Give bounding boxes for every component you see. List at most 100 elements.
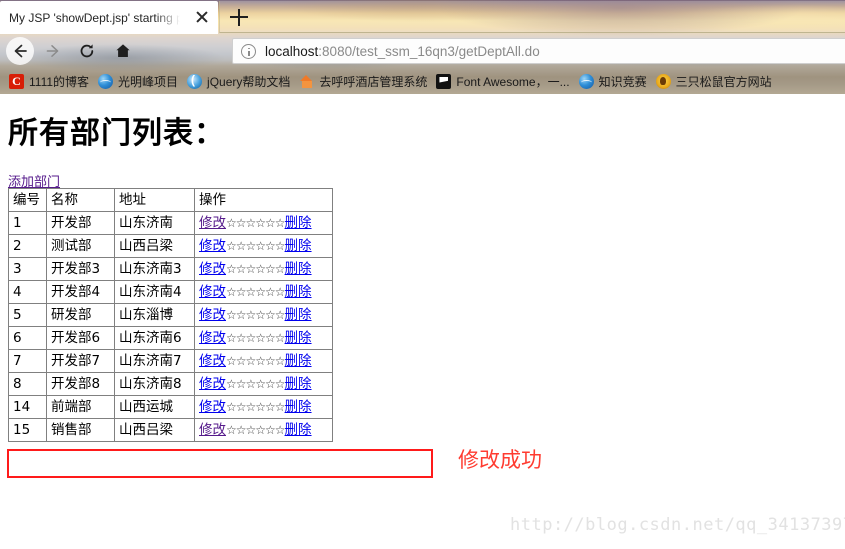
cell-id: 14 <box>8 395 47 419</box>
bookmark-item[interactable]: 光明峰项目 <box>98 73 178 90</box>
edit-link[interactable]: 修改 <box>199 261 226 277</box>
cell-name: 开发部4 <box>46 280 115 304</box>
table-row: 8 开发部8 山东济南8 修改☆☆☆☆☆☆删除 <box>8 372 333 396</box>
browser-tab-active[interactable]: My JSP 'showDept.jsp' starting p <box>0 1 218 34</box>
delete-link[interactable]: 删除 <box>285 376 312 392</box>
watermark-text: http://blog.csdn.net/qq_34137397 <box>510 515 845 535</box>
table-row: 14 前端部 山西运城 修改☆☆☆☆☆☆删除 <box>8 395 333 419</box>
page-content: 所有部门列表： 添加部门 编号 名称 地址 操作 1 开发部 山东济南 修改☆☆☆☆☆… <box>0 94 845 549</box>
bookmark-item[interactable]: 三只松鼠官方网站 <box>655 73 772 90</box>
cell-id: 7 <box>8 349 47 373</box>
close-icon[interactable] <box>195 10 209 24</box>
address-bar[interactable]: localhost:8080/test_ssm_16qn3/getDeptAll… <box>232 38 845 64</box>
column-header-ops: 操作 <box>194 188 333 212</box>
delete-link[interactable]: 删除 <box>285 422 312 438</box>
cell-address: 山西吕梁 <box>114 234 195 258</box>
delete-link[interactable]: 删除 <box>285 330 312 346</box>
table-row: 4 开发部4 山东济南4 修改☆☆☆☆☆☆删除 <box>8 280 333 304</box>
edit-link[interactable]: 修改 <box>199 330 226 346</box>
squirrel-icon <box>655 73 671 89</box>
star-separator: ☆☆☆☆☆☆ <box>226 400 286 414</box>
edit-link[interactable]: 修改 <box>199 422 226 438</box>
house-icon <box>299 74 314 89</box>
bookmark-item[interactable]: 去呼呼酒店管理系统 <box>299 73 427 90</box>
forward-arrow-icon <box>38 36 68 66</box>
cell-operations: 修改☆☆☆☆☆☆删除 <box>194 326 333 350</box>
cell-id: 4 <box>8 280 47 304</box>
cell-operations: 修改☆☆☆☆☆☆删除 <box>194 303 333 327</box>
delete-link[interactable]: 删除 <box>285 353 312 369</box>
cell-name: 销售部 <box>46 418 115 442</box>
delete-link[interactable]: 删除 <box>285 399 312 415</box>
tab-title: My JSP 'showDept.jsp' starting p <box>9 10 180 25</box>
column-header-addr: 地址 <box>114 188 195 212</box>
url-host: localhost <box>265 43 319 59</box>
reload-icon[interactable] <box>72 36 102 66</box>
department-table: 编号 名称 地址 操作 1 开发部 山东济南 修改☆☆☆☆☆☆删除 2 测试部 山西吕梁 修改… <box>8 188 333 442</box>
edit-link[interactable]: 修改 <box>199 376 226 392</box>
success-annotation: 修改成功 <box>458 448 542 472</box>
cell-id: 8 <box>8 372 47 396</box>
browser-window: My JSP 'showDept.jsp' starting p localho… <box>0 0 845 549</box>
cell-address: 山东济南 <box>114 211 195 235</box>
edit-link[interactable]: 修改 <box>199 353 226 369</box>
table-row: 7 开发部7 山东济南7 修改☆☆☆☆☆☆删除 <box>8 349 333 373</box>
bookmark-label: 知识竞赛 <box>598 74 647 89</box>
cell-operations: 修改☆☆☆☆☆☆删除 <box>194 234 333 258</box>
cell-name: 研发部 <box>46 303 115 327</box>
column-header-name: 名称 <box>46 188 115 212</box>
edit-link[interactable]: 修改 <box>199 399 226 415</box>
bookmark-label: 去呼呼酒店管理系统 <box>319 74 428 89</box>
cell-name: 开发部3 <box>46 257 115 281</box>
cell-operations: 修改☆☆☆☆☆☆删除 <box>194 257 333 281</box>
bookmark-label: 光明峰项目 <box>118 74 179 89</box>
table-head: 编号 名称 地址 操作 <box>8 188 333 212</box>
cell-operations: 修改☆☆☆☆☆☆删除 <box>194 372 333 396</box>
csdn-icon: C <box>9 73 24 89</box>
table-row: 6 开发部6 山东济南6 修改☆☆☆☆☆☆删除 <box>8 326 333 350</box>
delete-link[interactable]: 删除 <box>285 284 312 300</box>
bookmark-item[interactable]: C 1111的博客 <box>9 73 89 90</box>
cell-address: 山东济南4 <box>114 280 195 304</box>
edit-link[interactable]: 修改 <box>199 284 226 300</box>
star-separator: ☆☆☆☆☆☆ <box>226 377 286 391</box>
info-circle-icon[interactable] <box>241 43 256 59</box>
star-separator: ☆☆☆☆☆☆ <box>226 423 286 437</box>
new-tab-button[interactable] <box>226 2 264 32</box>
cell-name: 前端部 <box>46 395 115 419</box>
star-separator: ☆☆☆☆☆☆ <box>226 262 286 276</box>
table-row: 2 测试部 山西吕梁 修改☆☆☆☆☆☆删除 <box>8 234 333 258</box>
delete-link[interactable]: 删除 <box>285 215 312 231</box>
edit-link[interactable]: 修改 <box>199 307 226 323</box>
cell-address: 山东济南7 <box>114 349 195 373</box>
home-icon[interactable] <box>108 36 138 66</box>
edit-link[interactable]: 修改 <box>199 215 226 231</box>
table-row: 5 研发部 山东淄博 修改☆☆☆☆☆☆删除 <box>8 303 333 327</box>
tab-strip: My JSP 'showDept.jsp' starting p <box>0 0 845 34</box>
globe-icon <box>98 73 114 89</box>
star-separator: ☆☆☆☆☆☆ <box>226 239 286 253</box>
page-title: 所有部门列表： <box>8 116 225 151</box>
cell-operations: 修改☆☆☆☆☆☆删除 <box>194 349 333 373</box>
delete-link[interactable]: 删除 <box>285 238 312 254</box>
cell-address: 山东淄博 <box>114 303 195 327</box>
star-separator: ☆☆☆☆☆☆ <box>226 308 286 322</box>
table-row: 1 开发部 山东济南 修改☆☆☆☆☆☆删除 <box>8 211 333 235</box>
bookmark-item[interactable]: jQuery帮助文档 <box>187 73 290 90</box>
cell-name: 开发部7 <box>46 349 115 373</box>
tab-strip-empty-area <box>219 1 845 33</box>
cell-operations: 修改☆☆☆☆☆☆删除 <box>194 395 333 419</box>
bookmark-item[interactable]: 知识竞赛 <box>578 73 647 90</box>
star-separator: ☆☆☆☆☆☆ <box>226 216 286 230</box>
back-arrow-icon[interactable] <box>6 37 34 65</box>
cell-operations: 修改☆☆☆☆☆☆删除 <box>194 211 333 235</box>
edit-link[interactable]: 修改 <box>199 238 226 254</box>
cell-name: 测试部 <box>46 234 115 258</box>
table-row: 3 开发部3 山东济南3 修改☆☆☆☆☆☆删除 <box>8 257 333 281</box>
delete-link[interactable]: 删除 <box>285 307 312 323</box>
cell-id: 2 <box>8 234 47 258</box>
bookmark-item[interactable]: Font Awesome，一... <box>436 73 570 90</box>
delete-link[interactable]: 删除 <box>285 261 312 277</box>
url-path: :8080/test_ssm_16qn3/getDeptAll.do <box>318 43 540 59</box>
bookmark-label: Font Awesome，一... <box>456 74 570 89</box>
